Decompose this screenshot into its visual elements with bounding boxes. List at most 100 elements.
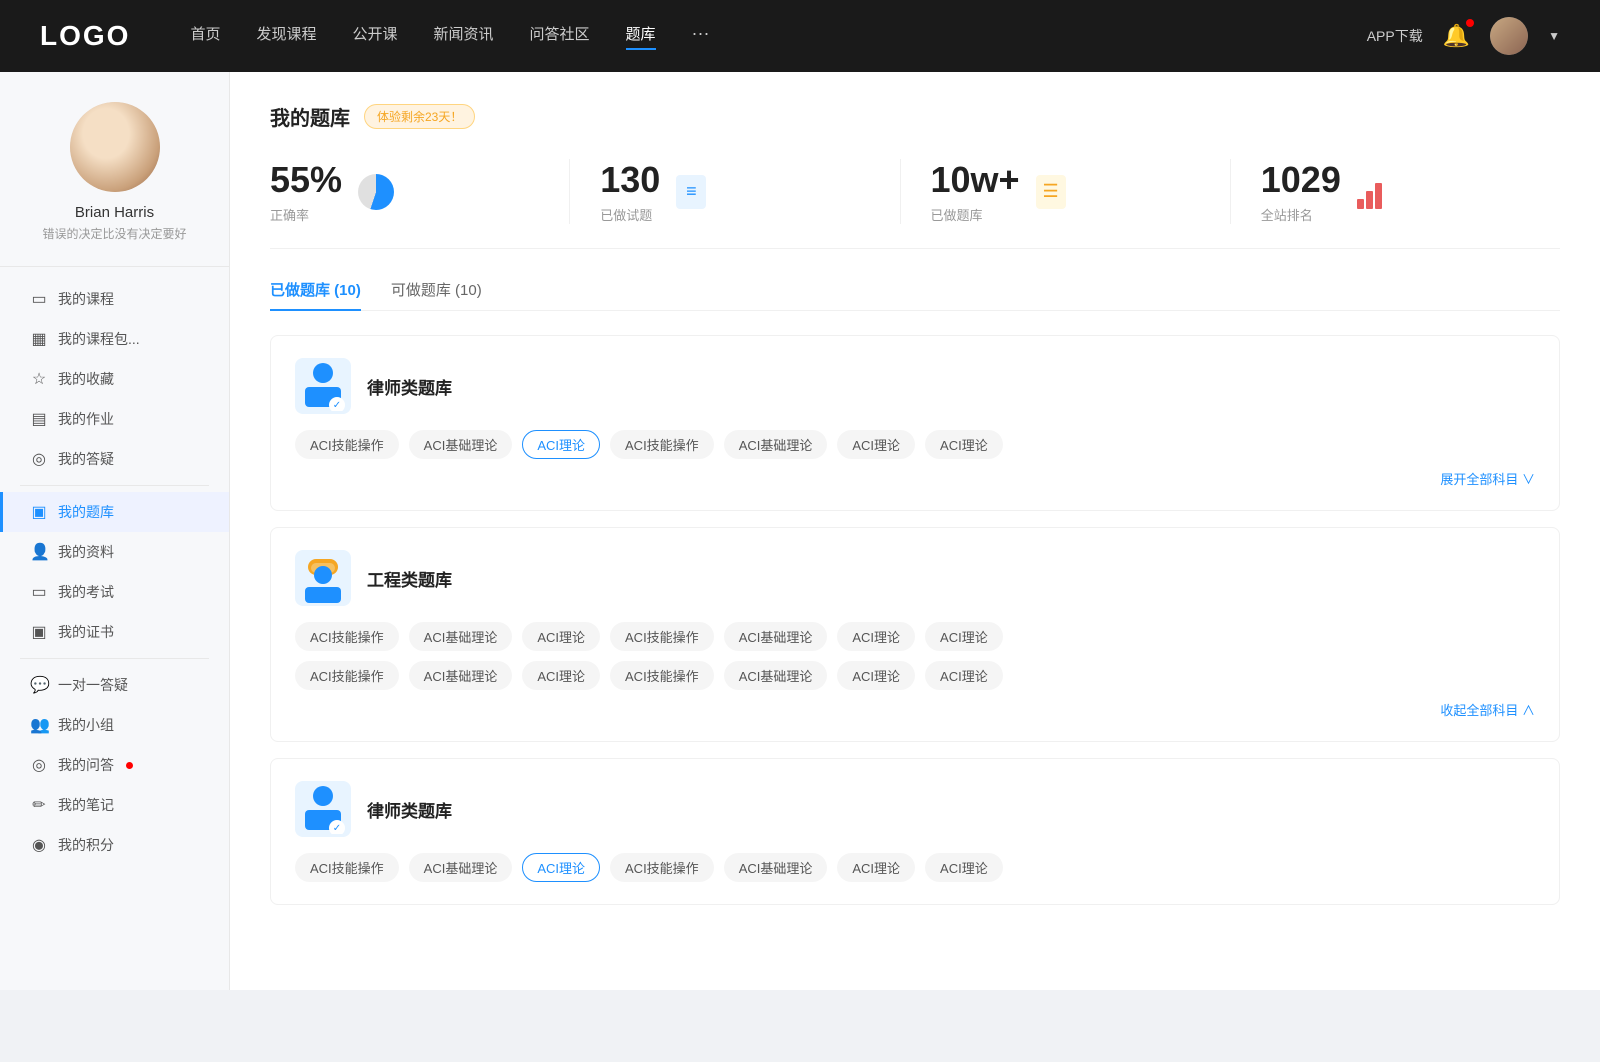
avatar[interactable] (1490, 17, 1528, 55)
tag-0-0[interactable]: ACI技能操作 (295, 430, 399, 459)
bank-card-lawyer-2: ✓ 律师类题库 ACI技能操作 ACI基础理论 ACI理论 ACI技能操作 AC… (270, 758, 1560, 905)
tag-0-6[interactable]: ACI理论 (925, 430, 1003, 459)
tag-1-5[interactable]: ACI理论 (837, 622, 915, 651)
tag-2-4[interactable]: ACI基础理论 (724, 853, 828, 882)
sidebar-item-my-course[interactable]: ▭ 我的课程 (0, 279, 229, 319)
logo[interactable]: LOGO (40, 20, 130, 52)
tag-1-1[interactable]: ACI基础理论 (409, 622, 513, 651)
sidebar-menu: ▭ 我的课程 ▦ 我的课程包... ☆ 我的收藏 ▤ 我的作业 ◎ 我的答疑 ▣ (0, 267, 229, 877)
quiz-icon: ▣ (30, 502, 48, 522)
list-icon (1036, 175, 1066, 209)
cert-icon: ▣ (30, 622, 48, 642)
sidebar-item-my-exam[interactable]: ▭ 我的考试 (0, 572, 229, 612)
bank-card-lawyer-2-header: ✓ 律师类题库 (295, 781, 1535, 837)
bank-icon-lawyer-2: ✓ (295, 781, 351, 837)
bank-card-lawyer-2-tags: ACI技能操作 ACI基础理论 ACI理论 ACI技能操作 ACI基础理论 AC… (295, 853, 1535, 882)
tag-2-1[interactable]: ACI基础理论 (409, 853, 513, 882)
stat-accuracy-label: 正确率 (270, 205, 342, 224)
tab-todo[interactable]: 可做题库 (10) (391, 279, 482, 310)
sidebar-item-my-cert[interactable]: ▣ 我的证书 (0, 612, 229, 652)
stat-done-questions-content: 130 已做试题 (600, 159, 660, 224)
sidebar-item-my-quiz[interactable]: ▣ 我的题库 (0, 492, 229, 532)
sidebar-item-homework[interactable]: ▤ 我的作业 (0, 399, 229, 439)
sidebar-motto: 错误的决定比没有决定要好 (42, 225, 186, 242)
tag-2-2[interactable]: ACI理论 (522, 853, 600, 882)
sidebar-item-favorites[interactable]: ☆ 我的收藏 (0, 359, 229, 399)
bank-card-engineer-title: 工程类题库 (367, 566, 452, 591)
page-title-row: 我的题库 体验剩余23天！ (270, 102, 1560, 131)
tag-0-4[interactable]: ACI基础理论 (724, 430, 828, 459)
navbar-right: APP下载 🔔 ▼ (1367, 17, 1560, 55)
notification-badge (1466, 19, 1474, 27)
sidebar-item-group[interactable]: 👥 我的小组 (0, 705, 229, 745)
course-icon: ▭ (30, 289, 48, 309)
nav-quiz[interactable]: 题库 (626, 23, 656, 50)
sheet-icon (676, 175, 706, 209)
bank-card-lawyer-1: ✓ 律师类题库 ACI技能操作 ACI基础理论 ACI理论 ACI技能操作 AC… (270, 335, 1560, 511)
nav-menu: 首页 发现课程 公开课 新闻资讯 问答社区 题库 ··· (190, 23, 1366, 50)
tag-2-5[interactable]: ACI理论 (837, 853, 915, 882)
nav-home[interactable]: 首页 (190, 23, 220, 50)
tab-done[interactable]: 已做题库 (10) (270, 279, 361, 310)
stat-done-banks-label: 已做题库 (931, 205, 1020, 224)
bank-card-lawyer-1-header: ✓ 律师类题库 (295, 358, 1535, 414)
bank-card-engineer: 工程类题库 ACI技能操作 ACI基础理论 ACI理论 ACI技能操作 ACI基… (270, 527, 1560, 742)
nav-more[interactable]: ··· (692, 23, 710, 50)
tag-1-4[interactable]: ACI基础理论 (724, 622, 828, 651)
tag-1-2[interactable]: ACI理论 (522, 622, 600, 651)
notes-icon: ✏ (30, 795, 48, 815)
bell-icon: 🔔 (1443, 23, 1470, 48)
nav-open-course[interactable]: 公开课 (352, 23, 397, 50)
star-icon: ☆ (30, 369, 48, 389)
stat-done-questions-label: 已做试题 (600, 205, 660, 224)
sidebar-item-my-data[interactable]: 👤 我的资料 (0, 532, 229, 572)
sidebar-item-points[interactable]: ◉ 我的积分 (0, 825, 229, 865)
expand-lawyer-1[interactable]: 展开全部科目 ∨ (295, 469, 1535, 488)
notification-bell[interactable]: 🔔 (1443, 23, 1470, 49)
tag-1-7[interactable]: ACI技能操作 (295, 661, 399, 690)
tag-2-0[interactable]: ACI技能操作 (295, 853, 399, 882)
tag-1-12[interactable]: ACI理论 (837, 661, 915, 690)
nav-qa[interactable]: 问答社区 (530, 23, 590, 50)
tag-1-8[interactable]: ACI基础理论 (409, 661, 513, 690)
package-icon: ▦ (30, 329, 48, 349)
nav-news[interactable]: 新闻资讯 (434, 23, 494, 50)
sidebar: Brian Harris 错误的决定比没有决定要好 ▭ 我的课程 ▦ 我的课程包… (0, 72, 230, 990)
lawyer-svg-1: ✓ (301, 361, 345, 411)
nav-discover[interactable]: 发现课程 (256, 23, 316, 50)
stat-ranking-content: 1029 全站排名 (1261, 159, 1341, 224)
tag-1-6[interactable]: ACI理论 (925, 622, 1003, 651)
tag-1-9[interactable]: ACI理论 (522, 661, 600, 690)
tag-0-3[interactable]: ACI技能操作 (610, 430, 714, 459)
sidebar-item-notes[interactable]: ✏ 我的笔记 (0, 785, 229, 825)
tag-1-0[interactable]: ACI技能操作 (295, 622, 399, 651)
bank-icon-lawyer-1: ✓ (295, 358, 351, 414)
stat-done-banks-number: 10w+ (931, 159, 1020, 201)
main-content: 我的题库 体验剩余23天！ 55% 正确率 130 已做试题 (230, 72, 1600, 990)
points-icon: ◉ (30, 835, 48, 855)
sidebar-item-1on1[interactable]: 💬 一对一答疑 (0, 665, 229, 705)
stat-accuracy: 55% 正确率 (270, 159, 570, 224)
questions-badge (126, 762, 133, 769)
tag-2-3[interactable]: ACI技能操作 (610, 853, 714, 882)
question-icon: ◎ (30, 449, 48, 469)
sidebar-item-course-package[interactable]: ▦ 我的课程包... (0, 319, 229, 359)
chevron-down-icon[interactable]: ▼ (1548, 29, 1560, 43)
tag-1-11[interactable]: ACI基础理论 (724, 661, 828, 690)
tag-1-13[interactable]: ACI理论 (925, 661, 1003, 690)
expand-engineer[interactable]: 收起全部科目 ∧ (295, 700, 1535, 719)
tag-0-5[interactable]: ACI理论 (837, 430, 915, 459)
stat-accuracy-content: 55% 正确率 (270, 159, 342, 224)
tag-1-3[interactable]: ACI技能操作 (610, 622, 714, 651)
tag-0-2[interactable]: ACI理论 (522, 430, 600, 459)
sidebar-item-my-qa[interactable]: ◎ 我的答疑 (0, 439, 229, 479)
bank-icon-engineer (295, 550, 351, 606)
pie-chart-icon (358, 174, 394, 210)
tag-1-10[interactable]: ACI技能操作 (610, 661, 714, 690)
app-download-button[interactable]: APP下载 (1367, 26, 1423, 46)
profile-avatar (70, 102, 160, 192)
tag-0-1[interactable]: ACI基础理论 (409, 430, 513, 459)
bar-3 (1375, 183, 1382, 209)
sidebar-item-my-questions[interactable]: ◎ 我的问答 (0, 745, 229, 785)
tag-2-6[interactable]: ACI理论 (925, 853, 1003, 882)
